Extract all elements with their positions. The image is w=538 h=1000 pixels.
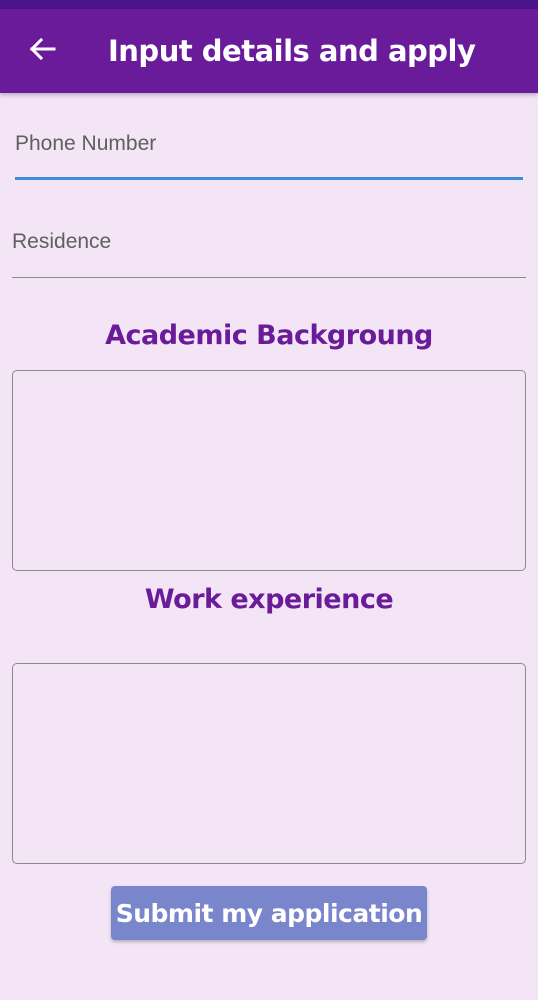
work-experience-heading: Work experience xyxy=(144,584,394,615)
status-bar xyxy=(0,0,538,9)
app-bar: Input details and apply xyxy=(0,9,538,93)
academic-background-heading: Academic Backgroung xyxy=(105,320,433,351)
work-experience-textarea[interactable] xyxy=(12,663,526,864)
arrow-left-icon xyxy=(28,37,56,66)
back-button[interactable] xyxy=(26,37,58,65)
phone-number-field[interactable]: Phone Number xyxy=(15,130,523,158)
residence-placeholder: Residence xyxy=(12,230,112,253)
residence-field[interactable]: Residence xyxy=(12,228,526,256)
submit-application-button[interactable]: Submit my application xyxy=(111,886,427,940)
phone-number-underline xyxy=(15,177,523,180)
academic-background-textarea[interactable] xyxy=(12,370,526,571)
residence-underline xyxy=(12,277,526,278)
page-title: Input details and apply xyxy=(108,34,476,68)
phone-number-placeholder: Phone Number xyxy=(15,132,157,155)
